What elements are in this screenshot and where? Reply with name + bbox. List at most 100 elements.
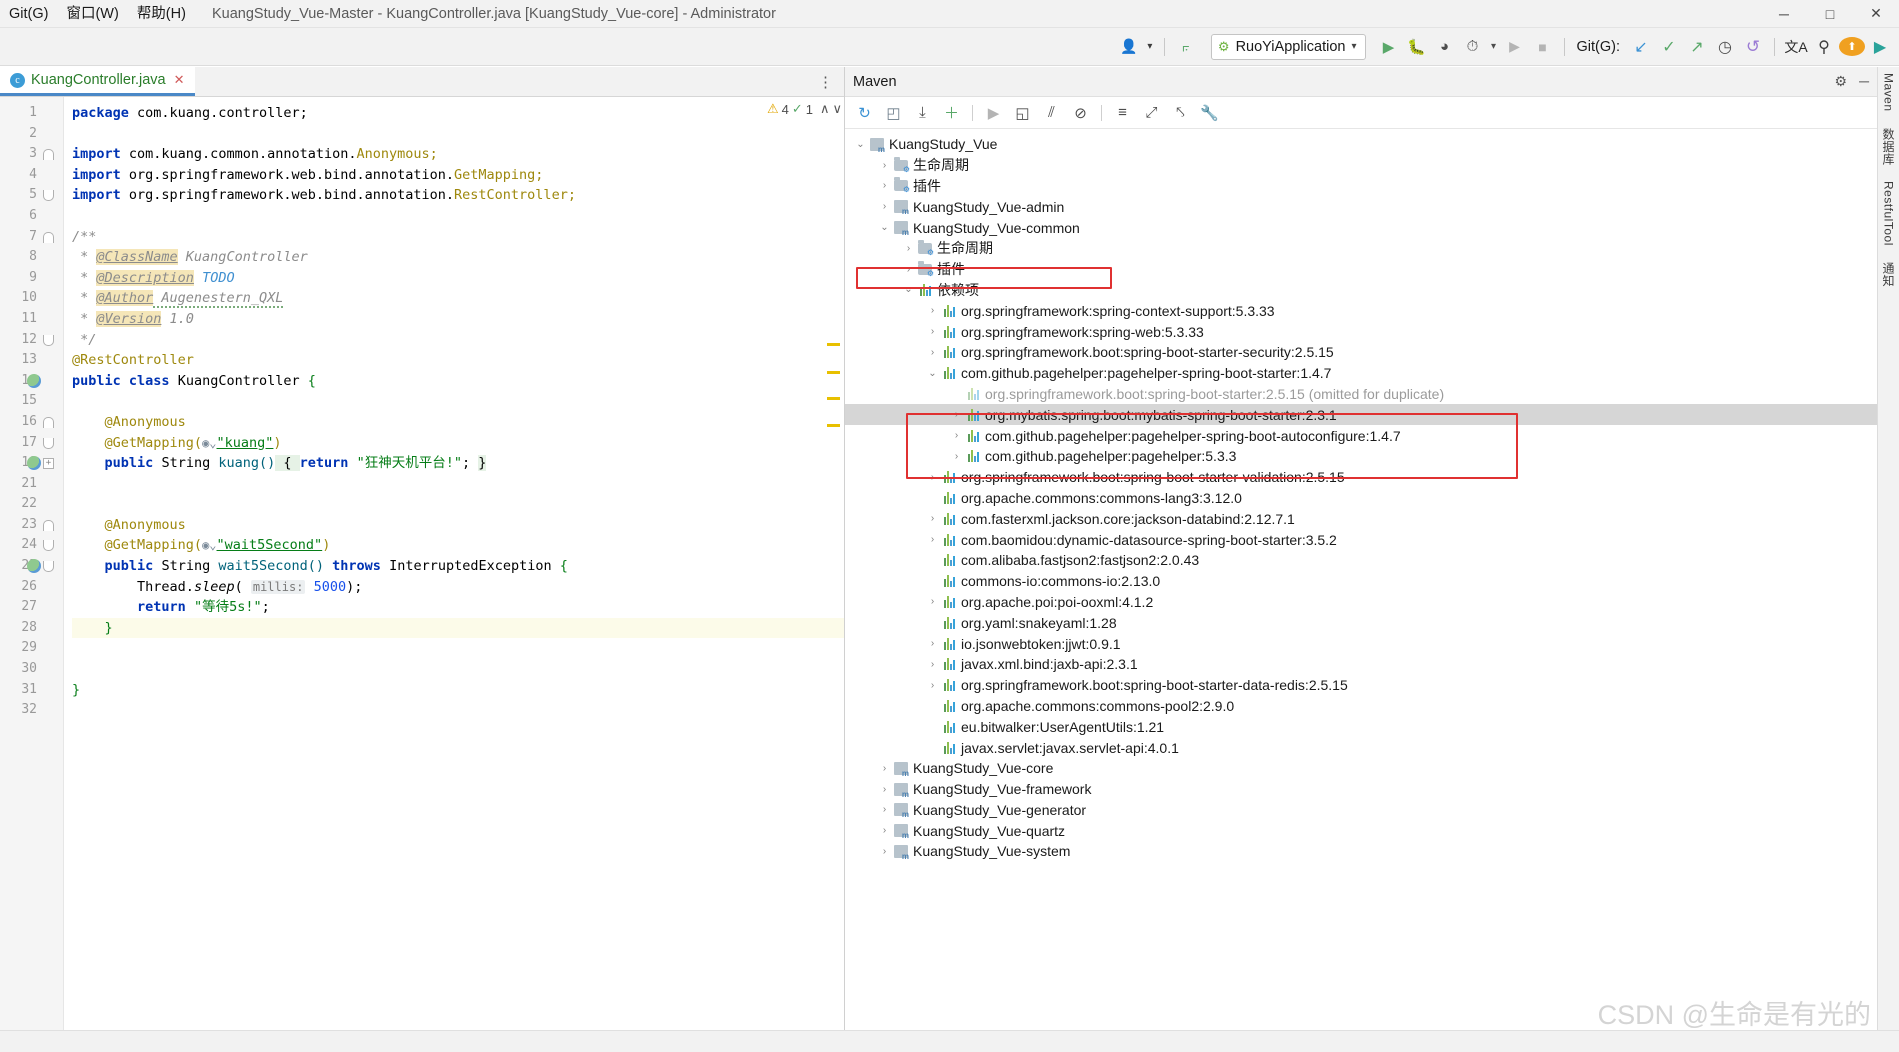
code-line[interactable]: import org.springframework.web.bind.anno… xyxy=(72,185,844,206)
maven-tree-node[interactable]: › org.springframework.boot:spring-boot-st… xyxy=(845,675,1877,696)
toggle-offline-icon[interactable]: ⊘ xyxy=(1067,101,1094,125)
line-number[interactable]: 25 xyxy=(0,556,63,577)
debug-bug-icon[interactable]: 🐛 xyxy=(1404,33,1430,61)
gear-icon[interactable]: ⚙ xyxy=(1835,73,1848,90)
chevron-right-icon[interactable]: › xyxy=(877,846,892,857)
next-problem-icon[interactable]: ∨ xyxy=(832,101,842,117)
code-line[interactable] xyxy=(72,700,844,721)
line-number[interactable]: 23 xyxy=(0,515,63,536)
code-line[interactable]: @Anonymous xyxy=(72,412,844,433)
line-number[interactable]: 29 xyxy=(0,638,63,659)
hide-icon[interactable]: ─ xyxy=(1859,73,1869,90)
line-number-gutter[interactable]: 123456789101112131415161718+212223242526… xyxy=(0,97,64,1052)
maven-tree-node[interactable]: › 插件 xyxy=(845,176,1877,197)
chevron-right-icon[interactable]: › xyxy=(925,534,940,545)
line-number[interactable]: 17 xyxy=(0,433,63,454)
fold-icon[interactable] xyxy=(43,190,54,202)
code-line[interactable]: * @ClassName KuangController xyxy=(72,247,844,268)
maven-project-tree[interactable]: ⌄ KuangStudy_Vue › 生命周期 › 插件 › KuangStudy_Vue-a… xyxy=(845,129,1877,1052)
maven-tree-node[interactable]: › KuangStudy_Vue-system xyxy=(845,841,1877,862)
code-line[interactable] xyxy=(72,124,844,145)
menu-git[interactable]: Git(G) xyxy=(0,0,57,28)
maven-tree-node[interactable]: › com.fasterxml.jackson.core:jackson-data… xyxy=(845,508,1877,529)
line-number[interactable]: 4 xyxy=(0,165,63,186)
run-configuration-selector[interactable]: ⚙ RuoYiApplication ▾ xyxy=(1210,33,1366,60)
collapse-all-icon[interactable]: ⤢ xyxy=(1138,101,1165,125)
line-number[interactable]: 13 xyxy=(0,350,63,371)
chevron-right-icon[interactable]: › xyxy=(949,430,964,441)
git-history-icon[interactable]: ◷ xyxy=(1712,33,1738,61)
run-with-coverage-icon[interactable]: ◕ xyxy=(1432,33,1458,61)
generate-sources-icon[interactable]: ◰ xyxy=(880,101,907,125)
code-line[interactable]: import com.kuang.common.annotation.Anony… xyxy=(72,144,844,165)
line-number[interactable]: 30 xyxy=(0,659,63,680)
run-gutter-icon[interactable] xyxy=(26,456,41,471)
code-line[interactable]: * @Author Augenestern_QXL xyxy=(72,288,844,309)
chevron-right-icon[interactable]: › xyxy=(925,305,940,316)
search-icon[interactable]: ⚲ xyxy=(1811,33,1837,61)
fold-icon[interactable] xyxy=(43,149,54,161)
maven-tree-node[interactable]: javax.servlet:javax.servlet-api:4.0.1 xyxy=(845,737,1877,758)
editor-tab-kuangcontroller[interactable]: c KuangController.java ✕ xyxy=(0,67,195,96)
line-number[interactable]: 9 xyxy=(0,268,63,289)
line-number[interactable]: 31 xyxy=(0,680,63,701)
line-number[interactable]: 32 xyxy=(0,700,63,721)
chevron-right-icon[interactable]: › xyxy=(877,784,892,795)
chevron-right-icon[interactable]: › xyxy=(925,680,940,691)
fold-icon[interactable] xyxy=(43,231,54,243)
download-sources-icon[interactable]: ⤓ xyxy=(909,101,936,125)
chevron-right-icon[interactable]: › xyxy=(925,659,940,670)
chevron-down-icon[interactable]: ⌄ xyxy=(853,139,868,150)
maven-tree-node[interactable]: commons-io:commons-io:2.13.0 xyxy=(845,571,1877,592)
maven-tree-node[interactable]: com.alibaba.fastjson2:fastjson2:2.0.43 xyxy=(845,550,1877,571)
line-number[interactable]: 5 xyxy=(0,185,63,206)
code-line[interactable]: public String kuang() { return "狂神天机平台!"… xyxy=(72,453,844,474)
inspection-widget[interactable]: ⚠ 4 ✓ 1 ∧ ∨ xyxy=(767,101,842,117)
fold-expand-icon[interactable]: + xyxy=(43,458,54,470)
code-line[interactable] xyxy=(72,494,844,515)
code-line[interactable]: @GetMapping(◉⌄"wait5Second") xyxy=(72,535,844,556)
code-line[interactable] xyxy=(72,474,844,495)
run-gutter-icon[interactable] xyxy=(26,373,41,389)
chevron-right-icon[interactable]: › xyxy=(925,472,940,483)
maven-tree-node[interactable]: › KuangStudy_Vue-core xyxy=(845,758,1877,779)
code-line[interactable] xyxy=(72,391,844,412)
run-icon[interactable]: ▶ xyxy=(980,101,1007,125)
reload-all-maven-projects-icon[interactable]: ↻ xyxy=(851,101,878,125)
expand-all-icon[interactable]: ⤣ xyxy=(1167,101,1194,125)
line-number[interactable]: 24 xyxy=(0,535,63,556)
ide-logo-icon[interactable]: ▶ xyxy=(1867,33,1893,61)
maven-tree-node[interactable]: › io.jsonwebtoken:jjwt:0.9.1 xyxy=(845,633,1877,654)
code-line[interactable] xyxy=(72,638,844,659)
chevron-right-icon[interactable]: › xyxy=(949,451,964,462)
maven-tree-node[interactable]: › KuangStudy_Vue-generator xyxy=(845,800,1877,821)
line-number[interactable]: 27 xyxy=(0,597,63,618)
line-number[interactable]: 10 xyxy=(0,288,63,309)
chevron-right-icon[interactable]: › xyxy=(877,160,892,171)
maven-tree-node[interactable]: › com.github.pagehelper:pagehelper:5.3.3 xyxy=(845,446,1877,467)
line-number[interactable]: 2 xyxy=(0,124,63,145)
line-number[interactable]: 21 xyxy=(0,474,63,495)
line-number[interactable]: 15 xyxy=(0,391,63,412)
code-line[interactable] xyxy=(72,206,844,227)
code-area[interactable]: package com.kuang.controller; import com.… xyxy=(64,97,844,1052)
run-gutter-icon[interactable] xyxy=(26,559,41,574)
line-number[interactable]: 11 xyxy=(0,309,63,330)
line-number[interactable]: 28 xyxy=(0,618,63,639)
line-number[interactable]: 8 xyxy=(0,247,63,268)
maven-tree-node[interactable]: eu.bitwalker:UserAgentUtils:1.21 xyxy=(845,716,1877,737)
chevron-right-icon[interactable]: › xyxy=(901,264,916,275)
chevron-right-icon[interactable]: › xyxy=(877,180,892,191)
maven-tree-node[interactable]: › 生命周期 xyxy=(845,238,1877,259)
fold-icon[interactable] xyxy=(43,519,54,531)
close-icon[interactable]: ✕ xyxy=(174,72,185,88)
line-number[interactable]: 6 xyxy=(0,206,63,227)
translate-icon[interactable]: 文A xyxy=(1783,33,1809,61)
git-rollback-icon[interactable]: ↺ xyxy=(1740,33,1766,61)
fold-icon[interactable] xyxy=(43,561,54,573)
maven-tree-node[interactable]: › com.baomidou:dynamic-datasource-spring-… xyxy=(845,529,1877,550)
fold-icon[interactable] xyxy=(43,437,54,449)
chevron-right-icon[interactable]: › xyxy=(925,638,940,649)
back-navigation-icon[interactable]: ⟔ xyxy=(1173,33,1199,61)
code-line[interactable]: return "等待5s!"; xyxy=(72,597,844,618)
